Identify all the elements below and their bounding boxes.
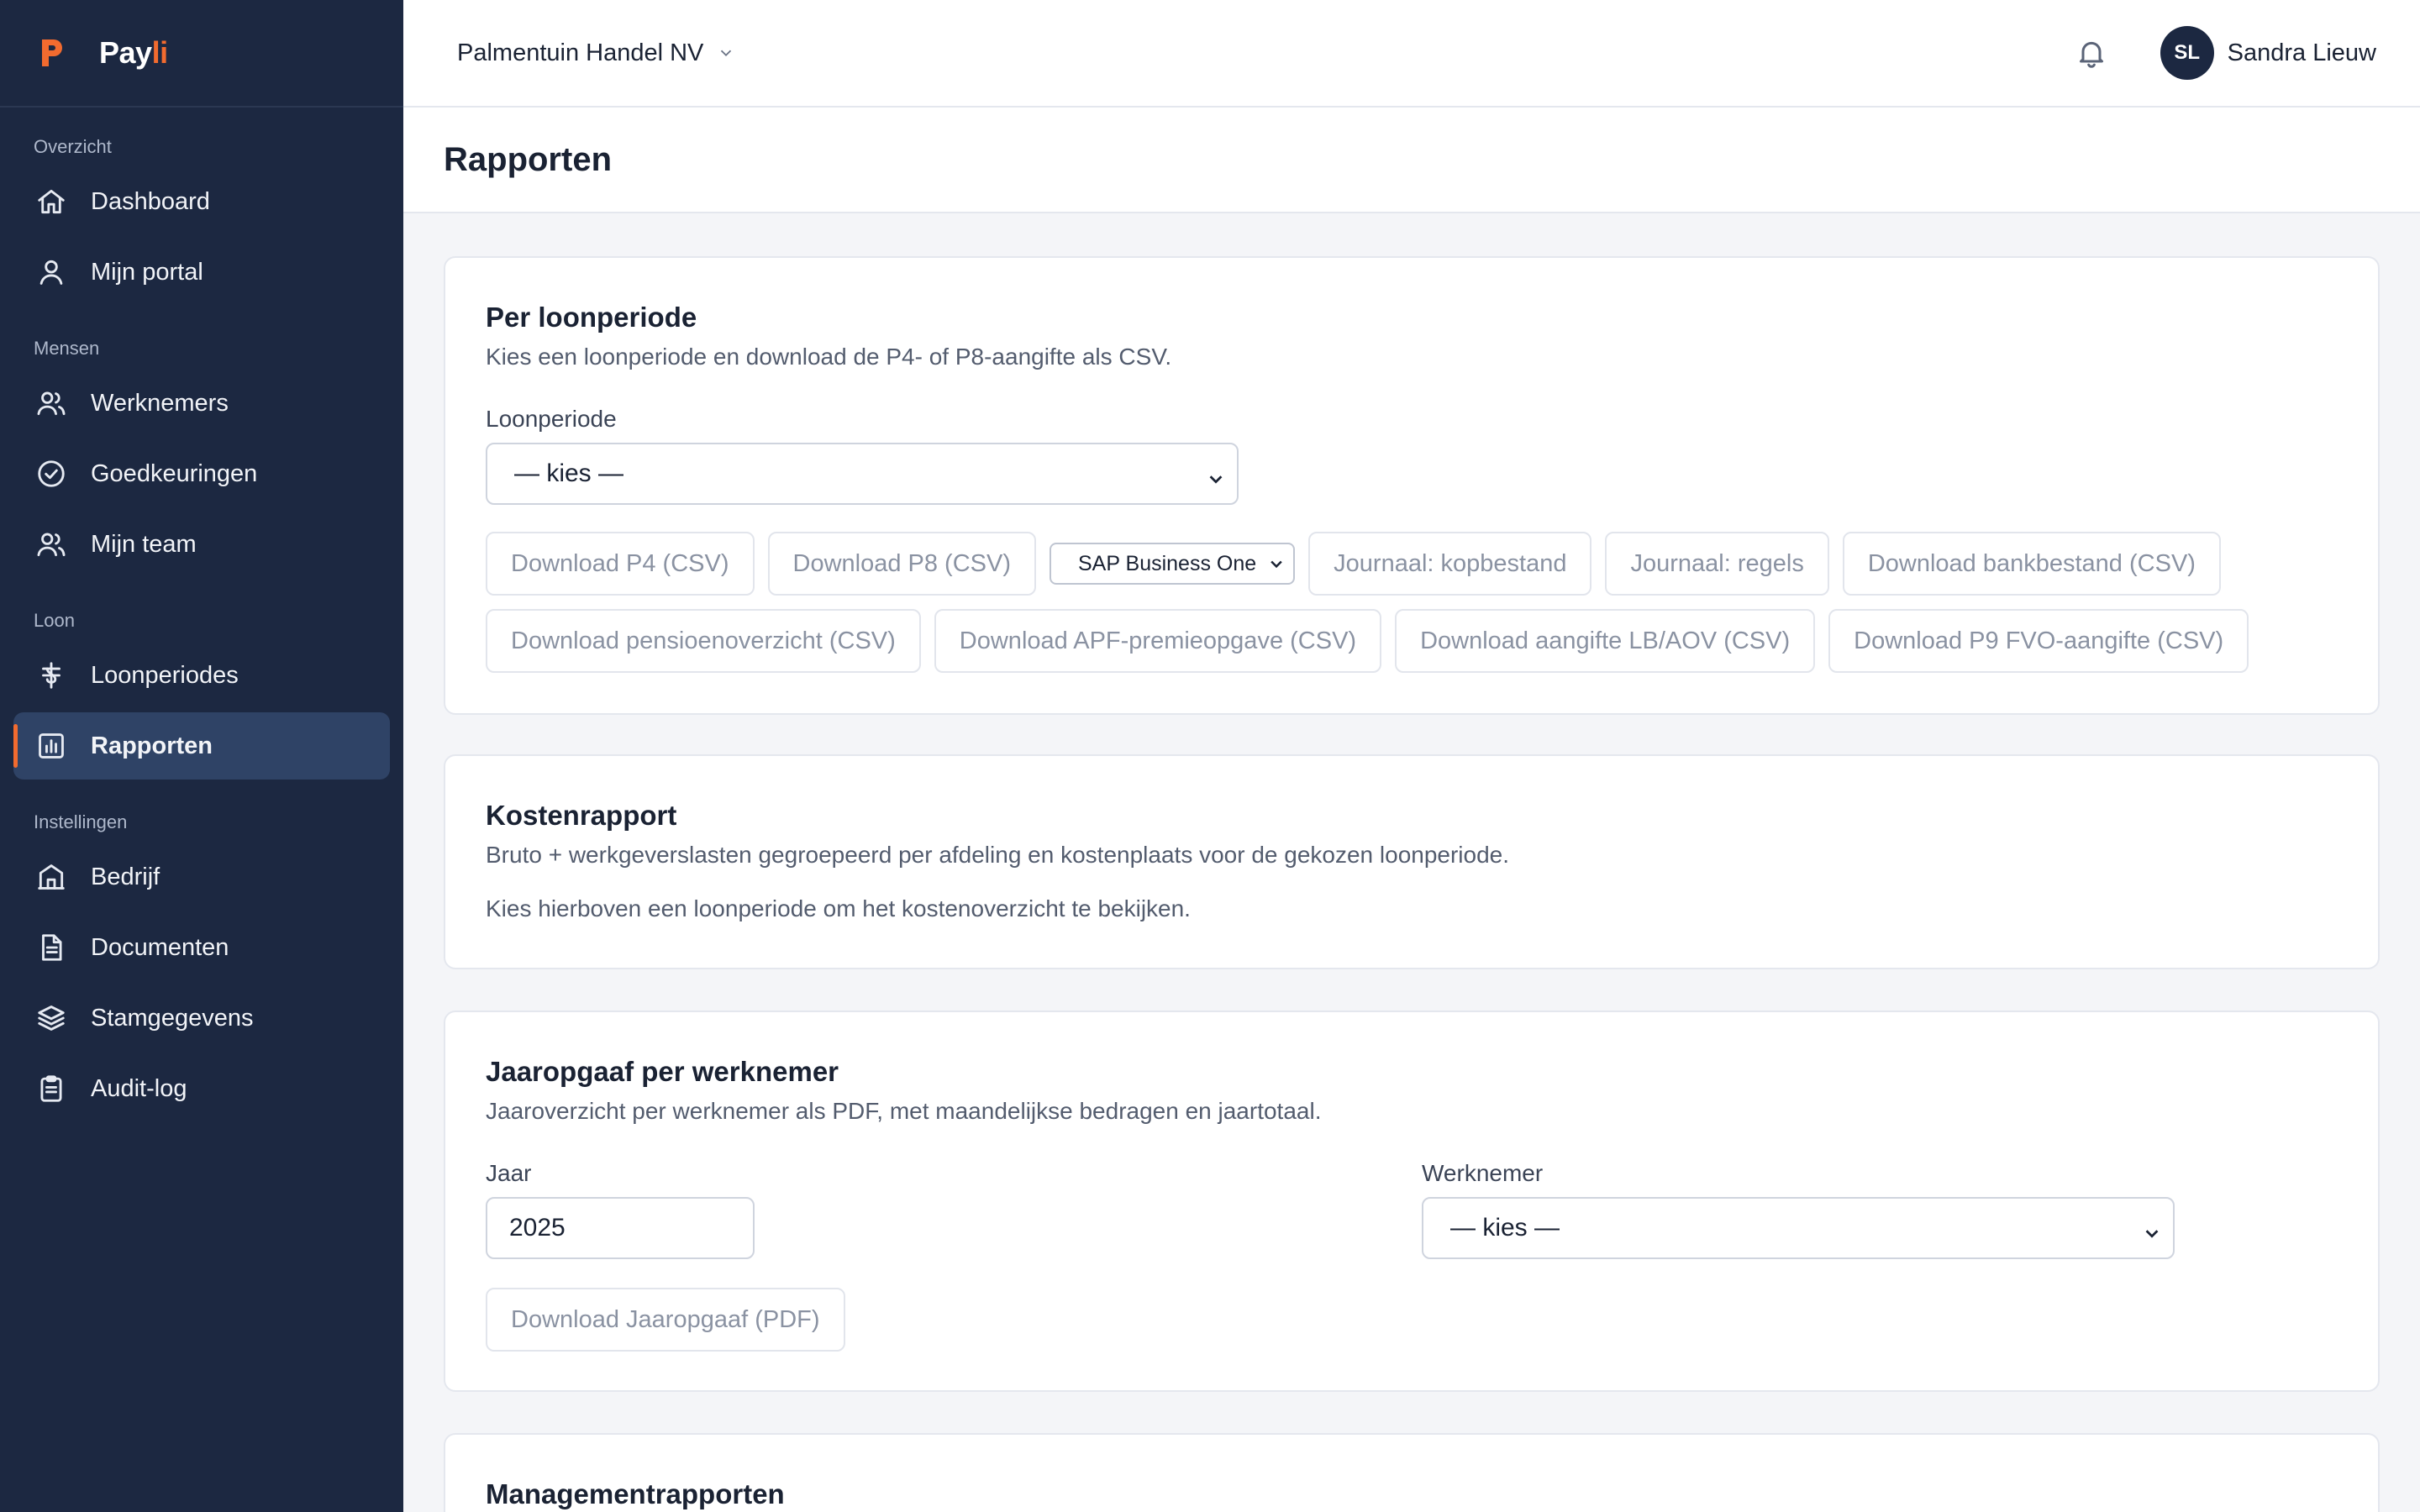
download-pension-button[interactable]: Download pensioenoverzicht (CSV) [486, 609, 921, 673]
page-title: Rapporten [444, 140, 612, 178]
download-p4-button[interactable]: Download P4 (CSV) [486, 532, 755, 596]
cost-report-hint: Kies hierboven een loonperiode om het ko… [486, 895, 1191, 921]
year-value: 2025 [509, 1214, 566, 1242]
sidebar-item-documenten[interactable]: Documenten [13, 914, 390, 981]
clipboard-icon [35, 1073, 67, 1105]
check-circle-icon [35, 458, 67, 490]
sidebar-item-rapporten[interactable]: Rapporten [13, 712, 390, 780]
payli-logo-icon [42, 39, 62, 66]
sidebar-item-label: Rapporten [91, 732, 213, 759]
topbar-right: SL Sandra Lieuw [2075, 26, 2376, 80]
company-name: Palmentuin Handel NV [457, 39, 704, 66]
download-p9-button[interactable]: Download P9 FVO-aangifte (CSV) [1828, 609, 2249, 673]
download-lb-aov-button[interactable]: Download aangifte LB/AOV (CSV) [1395, 609, 1816, 673]
team-icon [35, 528, 67, 560]
sidebar-item-label: Stamgegevens [91, 1004, 254, 1032]
nav-section-overzicht: Overzicht [34, 136, 112, 157]
card-description: Jaaroverzicht per werknemer als PDF, met… [486, 1098, 1322, 1124]
journal-system-value: SAP Business One [1078, 551, 1257, 575]
card-description: Kies een loonperiode en download de P4- … [486, 344, 1172, 370]
card-managementrapporten: Managementrapporten [444, 1433, 2380, 1512]
sidebar-item-label: Loonperiodes [91, 661, 239, 689]
bar-chart-icon [35, 730, 67, 762]
currency-icon [35, 659, 67, 691]
brand-name: Payli [99, 35, 168, 70]
sidebar-item-label: Werknemers [91, 389, 229, 417]
sidebar-item-mijn-team[interactable]: Mijn team [13, 511, 390, 578]
user-icon [35, 256, 67, 288]
download-row-1: Download P4 (CSV) Download P8 (CSV) SAP … [486, 532, 2221, 596]
topbar: Palmentuin Handel NV SL Sandra Lieuw [403, 0, 2420, 108]
sidebar-item-mijn-portal[interactable]: Mijn portal [13, 239, 390, 306]
sidebar-item-label: Bedrijf [91, 863, 160, 890]
card-jaaropgaaf: Jaaropgaaf per werknemer Jaaroverzicht p… [444, 1011, 2380, 1392]
page-header: Rapporten [403, 108, 2420, 213]
journal-system-select[interactable]: SAP Business One [1050, 543, 1296, 585]
user-name[interactable]: Sandra Lieuw [2228, 39, 2376, 67]
journal-header-button[interactable]: Journaal: kopbestand [1308, 532, 1592, 596]
sidebar-item-bedrijf[interactable]: Bedrijf [13, 843, 390, 911]
sidebar-item-label: Documenten [91, 933, 229, 961]
sidebar-item-label: Audit-log [91, 1074, 187, 1102]
nav-section-instellingen: Instellingen [34, 811, 128, 832]
avatar[interactable]: SL [2160, 26, 2214, 80]
chevron-down-icon [1270, 560, 1282, 569]
building-icon [35, 861, 67, 893]
sidebar-item-loonperiodes[interactable]: Loonperiodes [13, 642, 390, 709]
loonperiode-select[interactable]: — kies — [486, 443, 1239, 505]
card-description: Bruto + werkgeverslasten gegroepeerd per… [486, 842, 1510, 868]
sidebar-item-werknemers[interactable]: Werknemers [13, 370, 390, 437]
select-value: — kies — [1450, 1214, 1560, 1242]
chevron-down-icon [2143, 1221, 2161, 1239]
card-title: Jaaropgaaf per werknemer [486, 1056, 839, 1087]
card-per-loonperiode: Per loonperiode Kies een loonperiode en … [444, 256, 2380, 715]
nav-section-loon: Loon [34, 610, 75, 631]
journal-lines-button[interactable]: Journaal: regels [1605, 532, 1829, 596]
sidebar-item-label: Goedkeuringen [91, 459, 258, 487]
year-input[interactable]: 2025 [486, 1197, 755, 1259]
download-row-2: Download pensioenoverzicht (CSV) Downloa… [486, 609, 2249, 673]
document-icon [35, 932, 67, 963]
sidebar-item-label: Mijn team [91, 530, 197, 558]
chevron-down-icon [1207, 466, 1225, 485]
card-title: Per loonperiode [486, 302, 697, 333]
employee-label: Werknemer [1422, 1160, 1544, 1186]
bell-icon[interactable] [2075, 36, 2108, 70]
card-title: Managementrapporten [486, 1478, 785, 1509]
sidebar: Payli Overzicht Dashboard Mijn portal Me… [0, 0, 403, 1512]
brand[interactable]: Payli [0, 0, 403, 108]
download-p8-button[interactable]: Download P8 (CSV) [767, 532, 1036, 596]
select-value: — kies — [514, 459, 624, 487]
card-title: Kostenrapport [486, 800, 677, 831]
loonperiode-label: Loonperiode [486, 406, 617, 432]
users-icon [35, 387, 67, 419]
sidebar-item-dashboard[interactable]: Dashboard [13, 168, 390, 235]
chevron-down-icon [721, 50, 732, 57]
sidebar-item-audit-log[interactable]: Audit-log [13, 1055, 390, 1122]
company-switcher[interactable]: Palmentuin Handel NV [457, 39, 735, 67]
nav-section-mensen: Mensen [34, 338, 100, 359]
sidebar-item-goedkeuringen[interactable]: Goedkeuringen [13, 440, 390, 507]
sidebar-item-stamgegevens[interactable]: Stamgegevens [13, 984, 390, 1052]
sidebar-item-label: Dashboard [91, 187, 210, 215]
download-apf-button[interactable]: Download APF-premieopgave (CSV) [934, 609, 1382, 673]
home-icon [35, 186, 67, 218]
sidebar-item-label: Mijn portal [91, 258, 203, 286]
employee-select[interactable]: — kies — [1422, 1197, 2175, 1259]
download-bank-button[interactable]: Download bankbestand (CSV) [1842, 532, 2221, 596]
year-label: Jaar [486, 1160, 532, 1186]
download-jaaropgaaf-button[interactable]: Download Jaaropgaaf (PDF) [486, 1288, 845, 1352]
card-kostenrapport: Kostenrapport Bruto + werkgeverslasten g… [444, 754, 2380, 969]
layers-icon [35, 1002, 67, 1034]
